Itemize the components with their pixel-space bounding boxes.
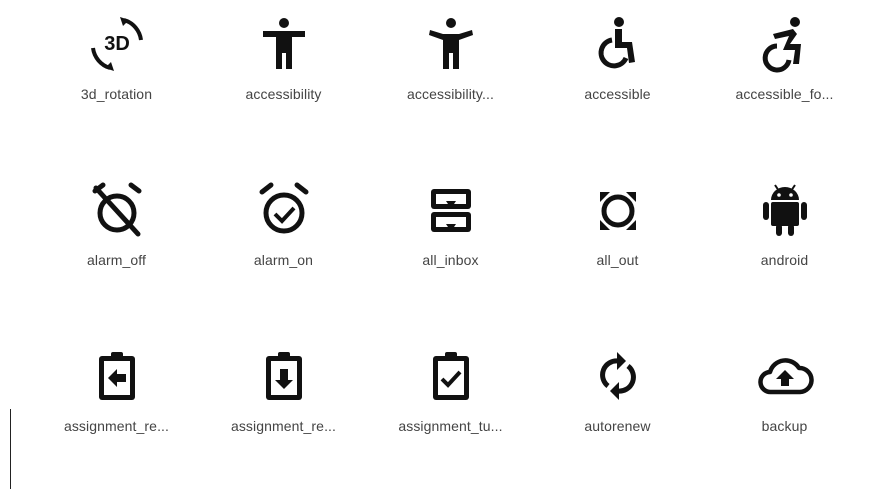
accessibility-icon xyxy=(254,14,314,74)
assignment-turned-in-icon xyxy=(421,346,481,406)
icon-tile-accessible[interactable]: accessible xyxy=(534,0,701,166)
all-inbox-icon xyxy=(421,180,481,240)
icon-label: android xyxy=(760,252,809,268)
left-edge-divider xyxy=(10,409,11,489)
icon-tile-alarm-on[interactable]: alarm_on xyxy=(200,166,367,332)
icon-tile-all-out[interactable]: all_out xyxy=(534,166,701,332)
svg-text:3D: 3D xyxy=(104,33,130,55)
all-out-icon xyxy=(588,180,648,240)
backup-icon xyxy=(755,346,815,406)
icon-label: accessibility... xyxy=(407,86,494,102)
icon-tile-all-inbox[interactable]: all_inbox xyxy=(367,166,534,332)
icon-label: backup xyxy=(761,418,808,434)
autorenew-icon xyxy=(588,346,648,406)
icon-label: assignment_re... xyxy=(230,418,337,434)
icon-grid: 3D 3d_rotation accessibility accessibili… xyxy=(33,0,869,498)
accessibility-new-icon xyxy=(421,14,481,74)
icon-label: alarm_off xyxy=(86,252,146,268)
alarm-off-icon xyxy=(87,180,147,240)
3d-rotation-icon: 3D xyxy=(87,14,147,74)
accessible-forward-icon xyxy=(755,14,815,74)
icon-tile-assignment-turned-in[interactable]: assignment_tu... xyxy=(367,332,534,498)
icon-tile-accessibility-new[interactable]: accessibility... xyxy=(367,0,534,166)
icon-tile-autorenew[interactable]: autorenew xyxy=(534,332,701,498)
assignment-return-icon xyxy=(87,346,147,406)
icon-tile-backup[interactable]: backup xyxy=(701,332,868,498)
assignment-returned-icon xyxy=(254,346,314,406)
icon-label: alarm_on xyxy=(253,252,314,268)
icon-tile-android[interactable]: android xyxy=(701,166,868,332)
icon-label: all_inbox xyxy=(422,252,479,268)
icon-tile-accessible-forward[interactable]: accessible_fo... xyxy=(701,0,868,166)
accessible-icon xyxy=(588,14,648,74)
icon-label: accessible_fo... xyxy=(735,86,834,102)
icon-tile-assignment-return[interactable]: assignment_re... xyxy=(33,332,200,498)
alarm-on-icon xyxy=(254,180,314,240)
icon-row: assignment_re... assignment_re... assign… xyxy=(33,332,869,498)
icon-label: autorenew xyxy=(584,418,651,434)
icon-tile-alarm-off[interactable]: alarm_off xyxy=(33,166,200,332)
icon-row: 3D 3d_rotation accessibility accessibili… xyxy=(33,0,869,166)
icon-label: accessibility xyxy=(245,86,322,102)
icon-label: assignment_tu... xyxy=(398,418,503,434)
icon-tile-3d-rotation[interactable]: 3D 3d_rotation xyxy=(33,0,200,166)
icon-label: 3d_rotation xyxy=(80,86,153,102)
icon-tile-assignment-returned[interactable]: assignment_re... xyxy=(200,332,367,498)
icon-label: assignment_re... xyxy=(63,418,170,434)
android-icon xyxy=(755,180,815,240)
icon-label: all_out xyxy=(596,252,639,268)
icon-label: accessible xyxy=(584,86,651,102)
icon-tile-accessibility[interactable]: accessibility xyxy=(200,0,367,166)
icon-row: alarm_off alarm_on all_inbox all_out and… xyxy=(33,166,869,332)
